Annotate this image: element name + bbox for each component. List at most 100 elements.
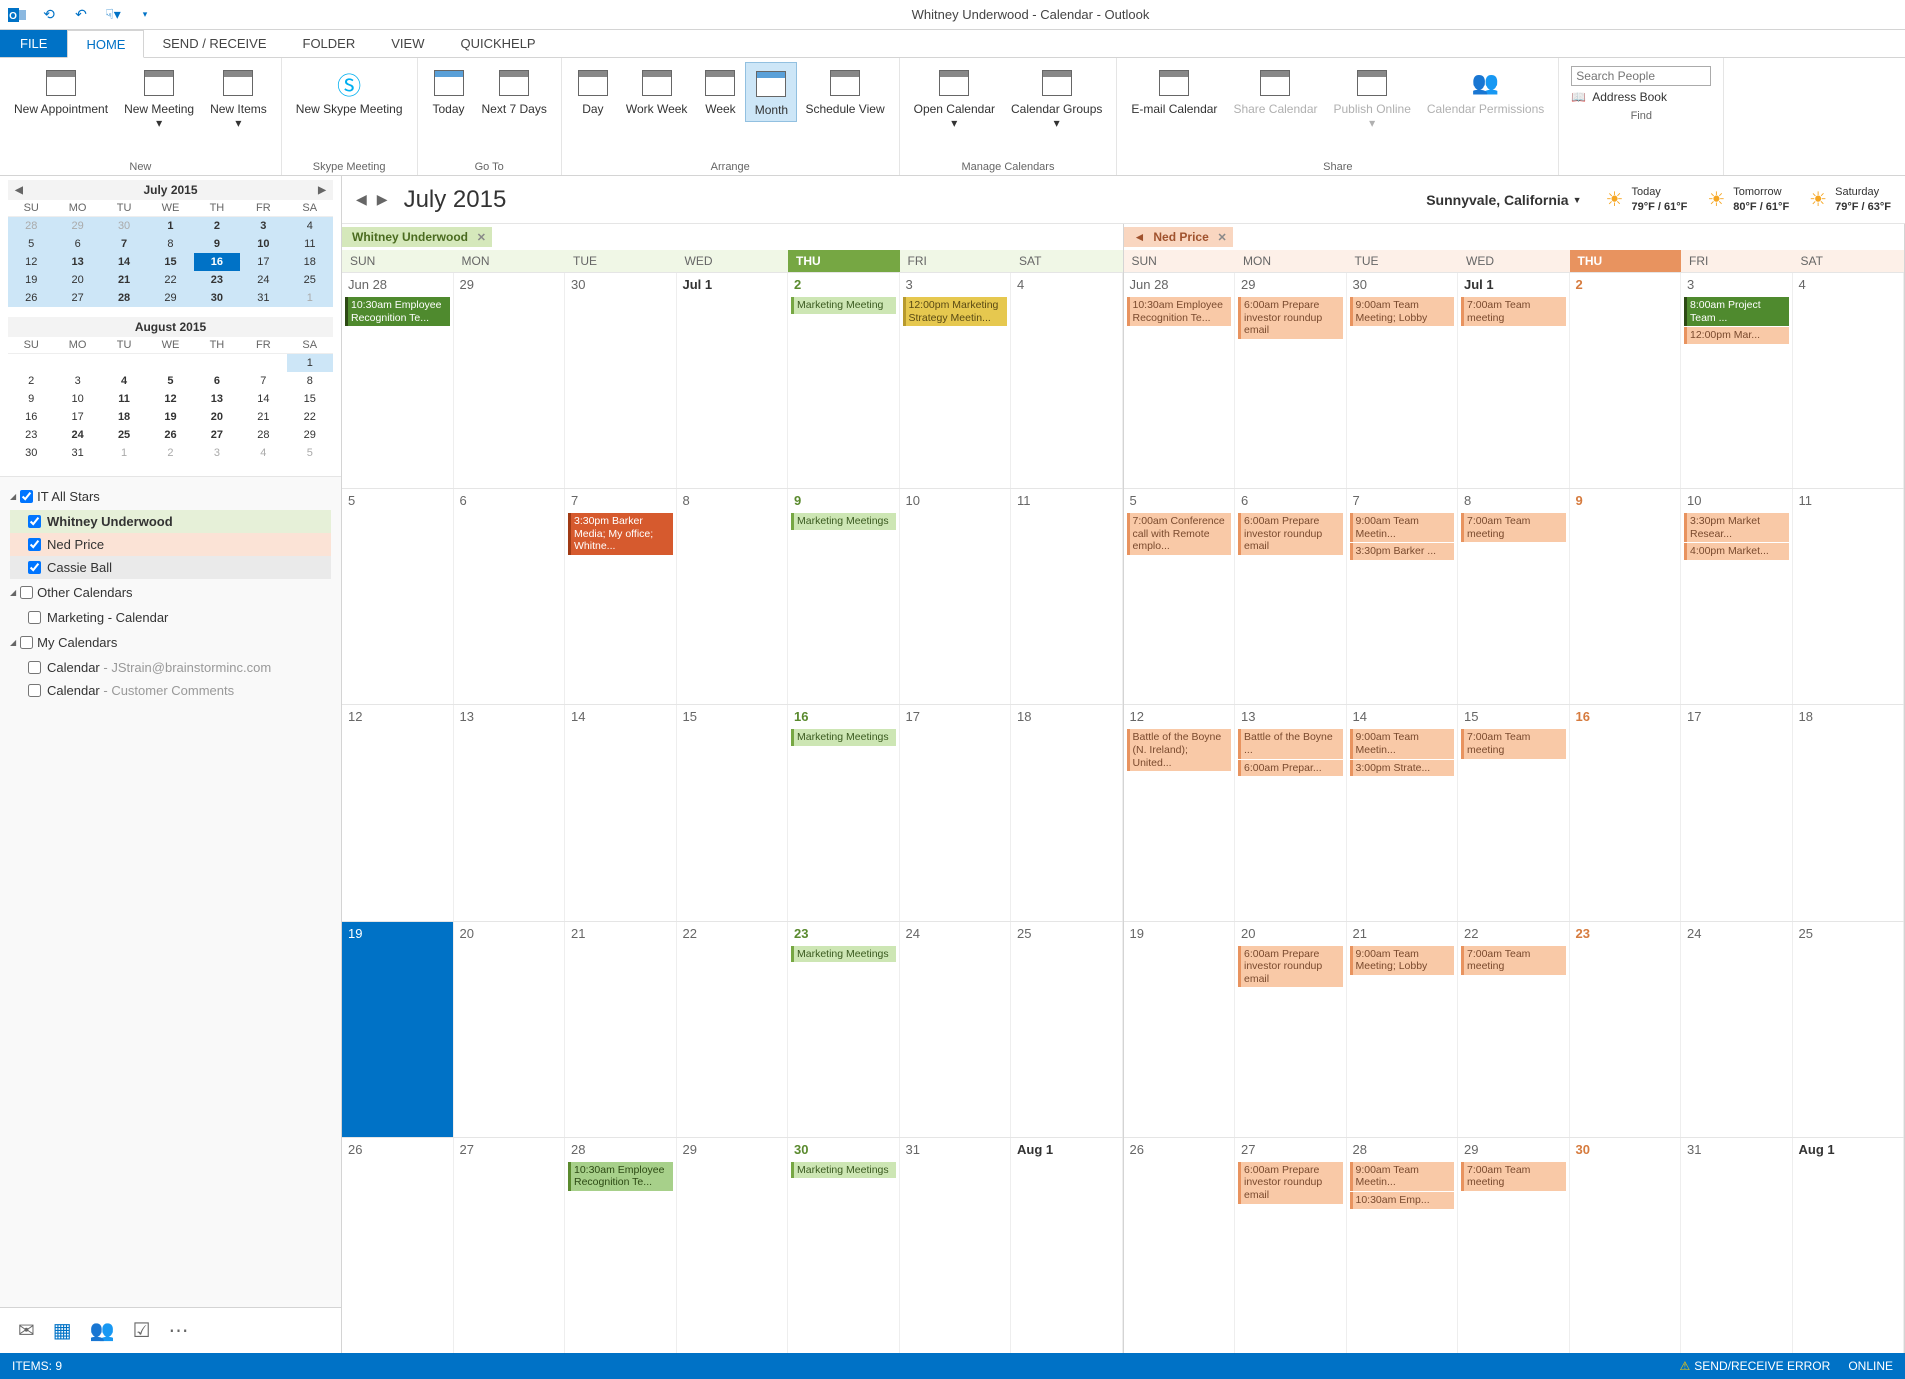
calendar-tab-ned[interactable]: ◄Ned Price✕ xyxy=(1124,227,1233,247)
open-calendar-button[interactable]: Open Calendar ▾ xyxy=(906,62,1003,134)
day-cell[interactable]: 11 xyxy=(1793,489,1905,704)
day-cell[interactable]: 16Marketing Meetings xyxy=(788,705,900,920)
minical-day[interactable]: 23 xyxy=(8,426,54,444)
day-cell[interactable]: 57:00am Conference call with Remote empl… xyxy=(1124,489,1236,704)
group-checkbox[interactable] xyxy=(20,586,33,599)
minical-day[interactable] xyxy=(240,354,286,372)
day-cell[interactable]: 79:00am Team Meetin...3:30pm Barker ... xyxy=(1347,489,1459,704)
day-cell[interactable]: 206:00am Prepare investor roundup email xyxy=(1235,922,1347,1137)
day-cell[interactable]: 8 xyxy=(677,489,789,704)
day-cell[interactable]: 9Marketing Meetings xyxy=(788,489,900,704)
minical-day[interactable]: 9 xyxy=(8,390,54,408)
day-cell[interactable]: 27 xyxy=(454,1138,566,1353)
minical-day[interactable]: 6 xyxy=(54,235,100,253)
day-cell[interactable]: 22 xyxy=(677,922,789,1137)
calendar-event[interactable]: 3:30pm Barker Media; My office; Whitne..… xyxy=(568,513,673,555)
calendar-event[interactable]: Marketing Meetings xyxy=(791,729,896,746)
new-appointment-button[interactable]: New Appointment xyxy=(6,62,116,120)
work-week-view-button[interactable]: Work Week xyxy=(618,62,696,120)
group-checkbox[interactable] xyxy=(20,490,33,503)
calendar-tab-whitney[interactable]: Whitney Underwood✕ xyxy=(342,227,492,247)
week-view-button[interactable]: Week xyxy=(695,62,745,120)
minical-next-icon[interactable]: ▶ xyxy=(315,185,329,196)
minical-day[interactable]: 10 xyxy=(240,235,286,253)
tab-send-receive[interactable]: SEND / RECEIVE xyxy=(144,30,284,57)
tab-folder[interactable]: FOLDER xyxy=(285,30,374,57)
calendar-checkbox[interactable] xyxy=(28,561,41,574)
schedule-view-button[interactable]: Schedule View xyxy=(797,62,892,120)
day-cell[interactable]: 30 xyxy=(1570,1138,1682,1353)
calendar-event[interactable]: Marketing Meeting xyxy=(791,297,896,314)
day-cell[interactable]: Jul 17:00am Team meeting xyxy=(1458,273,1570,488)
day-cell[interactable]: 4 xyxy=(1793,273,1905,488)
minical-day[interactable]: 30 xyxy=(101,217,147,235)
tab-quickhelp[interactable]: QUICKHELP xyxy=(442,30,553,57)
day-cell[interactable]: 312:00pm Marketing Strategy Meetin... xyxy=(900,273,1012,488)
calendar-event[interactable]: 7:00am Team meeting xyxy=(1461,729,1566,758)
day-cell[interactable]: 16 xyxy=(1570,705,1682,920)
day-cell[interactable]: 19 xyxy=(342,922,454,1137)
new-items-button[interactable]: New Items ▾ xyxy=(202,62,275,134)
minical-day[interactable]: 30 xyxy=(194,289,240,307)
minical-day[interactable]: 3 xyxy=(194,444,240,462)
minical-day[interactable]: 11 xyxy=(287,235,333,253)
day-cell[interactable]: 30Marketing Meetings xyxy=(788,1138,900,1353)
weather-tomorrow[interactable]: ☀Tomorrow80°F / 61°F xyxy=(1707,185,1789,214)
status-error[interactable]: SEND/RECEIVE ERROR xyxy=(1680,1359,1831,1373)
folder-group-other[interactable]: ◢Other Calendars xyxy=(10,579,331,606)
day-cell[interactable]: 18 xyxy=(1011,705,1123,920)
day-cell[interactable]: 2 xyxy=(1570,273,1682,488)
day-cell[interactable]: 13Battle of the Boyne ...6:00am Prepar..… xyxy=(1235,705,1347,920)
minical-day[interactable]: 27 xyxy=(54,289,100,307)
minical-day[interactable]: 7 xyxy=(101,235,147,253)
day-cell[interactable]: 5 xyxy=(342,489,454,704)
calendar-event[interactable]: 4:00pm Market... xyxy=(1684,543,1789,560)
minical-day[interactable]: 6 xyxy=(194,372,240,390)
minical-day[interactable]: 11 xyxy=(101,390,147,408)
minical-day[interactable] xyxy=(8,354,54,372)
calendar-event[interactable]: 12:00pm Marketing Strategy Meetin... xyxy=(903,297,1008,326)
minical-day[interactable]: 5 xyxy=(287,444,333,462)
day-cell[interactable]: 21 xyxy=(565,922,677,1137)
minical-day[interactable]: 8 xyxy=(287,372,333,390)
calendar-event[interactable]: 9:00am Team Meeting; Lobby xyxy=(1350,297,1455,326)
calendar-event[interactable]: Marketing Meetings xyxy=(791,513,896,530)
minical-day[interactable]: 2 xyxy=(8,372,54,390)
minical-day[interactable]: 26 xyxy=(147,426,193,444)
minical-day[interactable]: 16 xyxy=(194,253,240,271)
minical-day[interactable]: 20 xyxy=(54,271,100,289)
day-cell[interactable]: 2Marketing Meeting xyxy=(788,273,900,488)
day-cell[interactable]: 30 xyxy=(565,273,677,488)
day-cell[interactable]: 19 xyxy=(1124,922,1236,1137)
day-cell[interactable]: 12Battle of the Boyne (N. Ireland); Unit… xyxy=(1124,705,1236,920)
calendar-event[interactable]: 3:30pm Market Resear... xyxy=(1684,513,1789,542)
minical-day[interactable]: 7 xyxy=(240,372,286,390)
minical-day[interactable]: 18 xyxy=(101,408,147,426)
minical-day[interactable]: 22 xyxy=(147,271,193,289)
folder-item-whitney[interactable]: Whitney Underwood xyxy=(10,510,331,533)
customize-qat-icon[interactable]: ▾ xyxy=(134,4,156,26)
minical-day[interactable]: 20 xyxy=(194,408,240,426)
calendar-event[interactable]: 7:00am Conference call with Remote emplo… xyxy=(1127,513,1232,555)
minical-day[interactable]: 16 xyxy=(8,408,54,426)
calendar-event[interactable]: 7:00am Team meeting xyxy=(1461,946,1566,975)
minical-day[interactable]: 31 xyxy=(240,289,286,307)
calendar-event[interactable]: 10:30am Employee Recognition Te... xyxy=(345,297,450,326)
minical-day[interactable]: 19 xyxy=(147,408,193,426)
weather-location[interactable]: Sunnyvale, California ▼ xyxy=(1426,192,1581,208)
calendar-event[interactable]: Marketing Meetings xyxy=(791,946,896,963)
people-icon[interactable]: 👥 xyxy=(90,1318,115,1343)
minical-day[interactable]: 13 xyxy=(194,390,240,408)
calendar-event[interactable]: Battle of the Boyne (N. Ireland); United… xyxy=(1127,729,1232,771)
minical-day[interactable]: 4 xyxy=(287,217,333,235)
minical-day[interactable]: 24 xyxy=(240,271,286,289)
today-button[interactable]: Today xyxy=(424,62,474,120)
day-cell[interactable]: 11 xyxy=(1011,489,1123,704)
calendar-event[interactable]: 9:00am Team Meetin... xyxy=(1350,513,1455,542)
calendar-event[interactable]: 12:00pm Mar... xyxy=(1684,327,1789,344)
day-cell[interactable]: 2810:30am Employee Recognition Te... xyxy=(565,1138,677,1353)
folder-item-marketing[interactable]: Marketing - Calendar xyxy=(10,606,331,629)
folder-item-calendar-customer[interactable]: Calendar - Customer Comments xyxy=(10,679,331,702)
minical-day[interactable]: 4 xyxy=(101,372,147,390)
weather-today[interactable]: ☀Today79°F / 61°F xyxy=(1606,185,1688,214)
